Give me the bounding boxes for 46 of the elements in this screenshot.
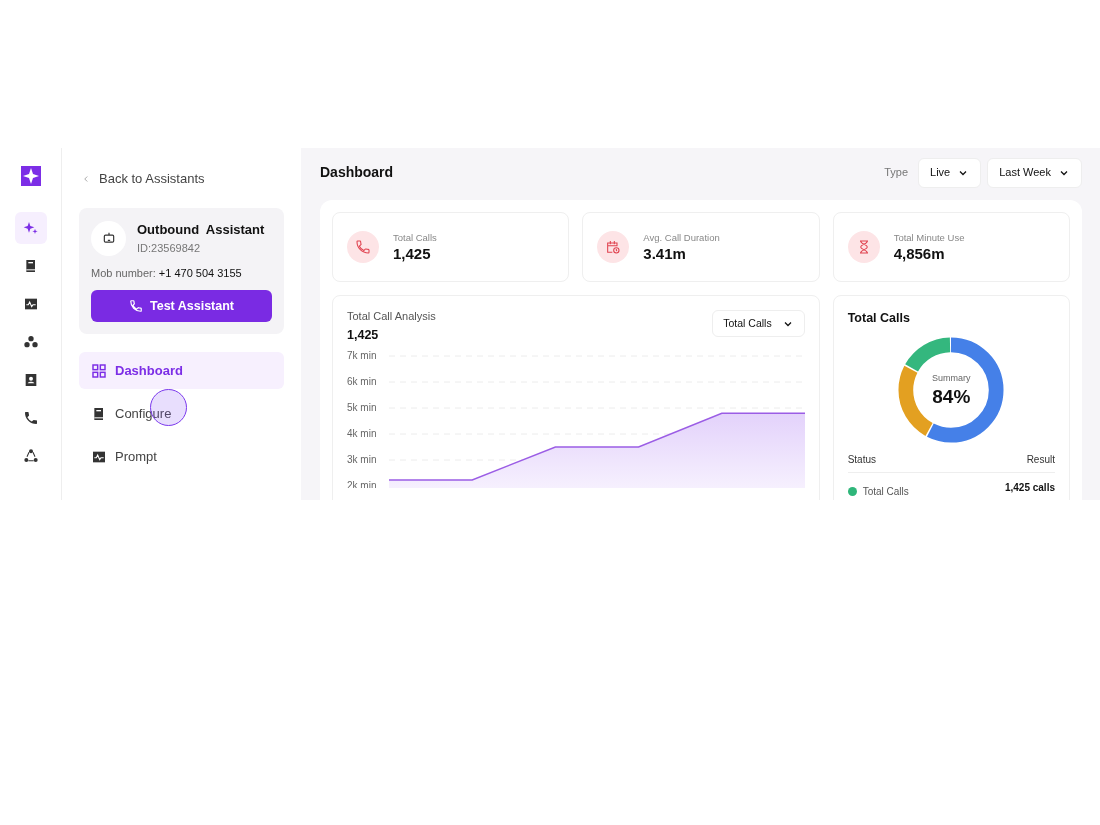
y-axis-label: 3k min xyxy=(347,453,377,465)
y-axis-label: 5k min xyxy=(347,401,377,413)
mob-number: +1 470 504 3155 xyxy=(158,265,242,281)
phone-icon xyxy=(355,239,371,255)
result-header: Result xyxy=(1026,452,1055,467)
analysis-title: Total Call Analysis xyxy=(347,309,436,324)
nav-item[interactable]: Prompt xyxy=(79,438,284,475)
phone-icon xyxy=(128,299,143,313)
sparkle-icon xyxy=(22,220,39,236)
y-axis-label: 6k min xyxy=(347,375,377,387)
y-axis-label: 2k min xyxy=(347,479,377,489)
stat-value: 3.41m xyxy=(643,245,687,264)
y-axis-label: 7k min xyxy=(347,349,377,361)
page-title: Dashboard xyxy=(320,163,394,182)
test-assistant-button[interactable]: Test Assistant xyxy=(91,290,272,322)
status-label: Total Calls xyxy=(862,484,909,499)
cluster-icon xyxy=(22,334,39,350)
metric-dropdown[interactable]: Total Calls xyxy=(712,310,805,337)
share-icon xyxy=(22,448,39,464)
stat-value: 4,856m xyxy=(893,245,946,264)
summary-label: Summary xyxy=(932,372,971,385)
type-label: Type xyxy=(884,165,909,181)
card-title: Total Calls xyxy=(847,310,911,327)
filter-dropdown[interactable]: Last Week xyxy=(987,157,1082,188)
nav-item[interactable]: Dashboard xyxy=(79,352,284,389)
stat-label: Total Minute Use xyxy=(893,230,965,245)
filter-dropdown[interactable]: Live xyxy=(918,157,982,188)
calendar-clock-icon xyxy=(605,239,622,255)
assistant-name: Outbound Assistant xyxy=(137,220,265,239)
y-axis-label: 4k min xyxy=(347,427,377,439)
robot-icon xyxy=(101,231,116,245)
analysis-total: 1,425 xyxy=(347,326,380,344)
status-header: Status xyxy=(847,452,876,467)
logo-icon xyxy=(20,166,41,186)
result-value: 1,425 calls xyxy=(1004,480,1055,495)
grid-icon xyxy=(91,362,107,379)
stat-label: Avg. Call Duration xyxy=(643,230,720,245)
phone-icon xyxy=(22,410,39,426)
stat-label: Total Calls xyxy=(393,230,437,245)
nav-item[interactable]: Configure xyxy=(79,395,284,432)
pulse-icon xyxy=(22,296,39,312)
assistant-id: ID:23569842 xyxy=(137,241,201,256)
mob-label: Mob number: xyxy=(91,265,156,281)
back-link[interactable]: Back to Assistants xyxy=(79,169,284,189)
stat-value: 1,425 xyxy=(393,245,432,264)
summary-percent: 84% xyxy=(932,385,971,408)
